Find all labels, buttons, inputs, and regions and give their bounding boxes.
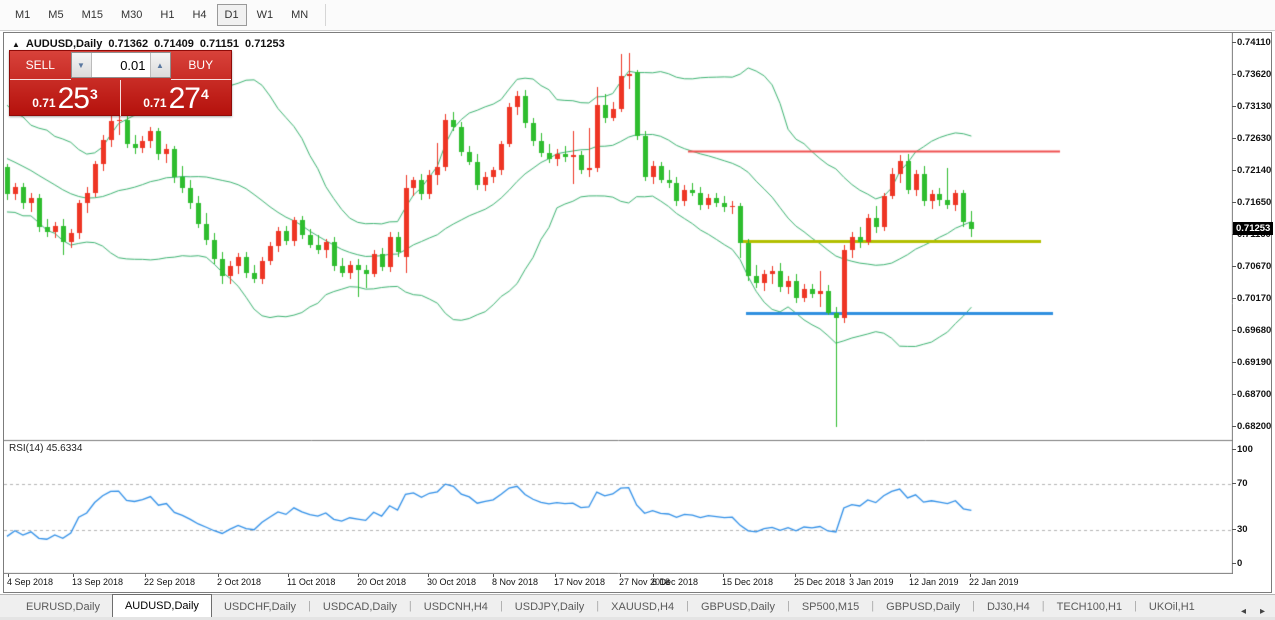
ohlc-low: 0.71151: [200, 38, 239, 50]
date-axis: 4 Sep 2018 13 Sep 2018 22 Sep 2018 2 Oct 20…: [4, 574, 1233, 592]
toolbar-divider: [325, 4, 326, 26]
tab-sp500-m15[interactable]: SP500,M15: [790, 596, 871, 617]
date-tick-label: 3 Jan 2019: [849, 577, 894, 587]
tab-usdjpy-daily[interactable]: USDJPY,Daily: [503, 596, 597, 617]
timeframe-button-h4[interactable]: H4: [184, 4, 214, 26]
rsi-tick-label: 70: [1237, 478, 1248, 489]
price-tick-label: 0.70670: [1237, 261, 1271, 272]
rsi-tick-label: 30: [1237, 524, 1248, 535]
timeframe-button-mn[interactable]: MN: [283, 4, 316, 26]
timeframe-button-m15[interactable]: M15: [74, 4, 111, 26]
price-tick-label: 0.72140: [1237, 165, 1271, 176]
chart-symbol-label: AUDUSD,Daily: [26, 38, 102, 50]
price-tick-label: 0.69680: [1237, 325, 1271, 336]
date-tick-label: 13 Sep 2018: [72, 577, 123, 587]
price-tick-label: 0.73130: [1237, 101, 1271, 112]
price-tick-label: 0.74110: [1237, 37, 1271, 48]
price-tick-label: 0.71650: [1237, 197, 1271, 208]
tab-gbpusd-daily[interactable]: GBPUSD,Daily: [689, 596, 787, 617]
up-arrow-icon: ▲: [12, 40, 20, 49]
volume-increase-icon[interactable]: ▲: [150, 53, 170, 77]
date-tick-label: 17 Nov 2018: [554, 577, 605, 587]
date-tick-label: 12 Jan 2019: [909, 577, 959, 587]
rsi-indicator-label: RSI(14) 45.6334: [9, 443, 82, 454]
date-tick-label: 8 Nov 2018: [492, 577, 538, 587]
rsi-tick-label: 100: [1237, 444, 1253, 455]
date-tick-label: 20 Oct 2018: [357, 577, 406, 587]
sell-price-panel[interactable]: 0.71 25 3: [10, 80, 121, 116]
sell-price-prefix: 0.71: [32, 96, 55, 110]
tab-dj30-h4[interactable]: DJ30,H4: [975, 596, 1042, 617]
tab-scroll-controls: ◂ ▸: [1241, 606, 1275, 617]
buy-button[interactable]: BUY: [171, 51, 232, 80]
price-tick-label: 0.68200: [1237, 421, 1271, 432]
chart-header: ▲ AUDUSD,Daily 0.71362 0.71409 0.71151 0…: [12, 38, 285, 50]
ohlc-high: 0.71409: [154, 38, 194, 50]
date-tick-label: 4 Sep 2018: [7, 577, 53, 587]
date-tick-label: 11 Oct 2018: [287, 577, 335, 587]
timeframe-button-m30[interactable]: M30: [113, 4, 150, 26]
ohlc-open: 0.71362: [108, 38, 148, 50]
buy-price-panel[interactable]: 0.71 27 4: [121, 80, 231, 116]
date-tick-label: 2 Oct 2018: [217, 577, 261, 587]
tab-audusd-daily[interactable]: AUDUSD,Daily: [112, 594, 212, 617]
timeframe-button-w1[interactable]: W1: [249, 4, 282, 26]
rsi-tick-label: 0: [1237, 558, 1242, 569]
tab-scroll-right-icon[interactable]: ▸: [1260, 606, 1265, 617]
timeframe-button-h1[interactable]: H1: [152, 4, 182, 26]
date-tick-label: 6 Dec 2018: [652, 577, 698, 587]
symbol-tabbar: EURUSD,DailyAUDUSD,DailyUSDCHF,Daily|USD…: [0, 594, 1275, 617]
sell-price-pips: 25: [58, 84, 89, 114]
price-tick-label: 0.70170: [1237, 293, 1271, 304]
ohlc-close: 0.71253: [245, 38, 285, 50]
tab-xauusd-h4[interactable]: XAUUSD,H4: [599, 596, 686, 617]
sell-price-point: 3: [90, 86, 98, 102]
volume-stepper: ▼ 0.01 ▲: [71, 52, 171, 78]
tab-usdcnh-h4[interactable]: USDCNH,H4: [412, 596, 500, 617]
tab-gbpusd-daily[interactable]: GBPUSD,Daily: [874, 596, 972, 617]
sell-button[interactable]: SELL: [10, 51, 71, 80]
date-tick-label: 30 Oct 2018: [427, 577, 476, 587]
tab-usdcad-daily[interactable]: USDCAD,Daily: [311, 596, 409, 617]
date-tick-label: 15 Dec 2018: [722, 577, 773, 587]
current-price-badge: 0.71253: [1233, 222, 1273, 235]
price-tick-label: 0.72630: [1237, 133, 1271, 144]
date-tick-label: 25 Dec 2018: [794, 577, 845, 587]
date-tick-label: 22 Sep 2018: [144, 577, 195, 587]
timeframe-button-m5[interactable]: M5: [40, 4, 71, 26]
price-tick-label: 0.69190: [1237, 357, 1271, 368]
trading-platform: M1M5M15M30H1H4D1W1MN ▲ AUDUSD,Daily 0.71…: [0, 0, 1275, 620]
tab-usdchf-daily[interactable]: USDCHF,Daily: [212, 596, 308, 617]
one-click-trading-widget: SELL ▼ 0.01 ▲ BUY 0.71 25 3 0.71 27 4: [9, 50, 232, 116]
buy-price-prefix: 0.71: [143, 96, 166, 110]
timeframe-button-m1[interactable]: M1: [7, 4, 38, 26]
buy-price-pips: 27: [169, 84, 200, 114]
tab-ukoil-h1[interactable]: UKOil,H1: [1137, 596, 1207, 617]
price-tick-label: 0.68700: [1237, 389, 1271, 400]
volume-decrease-icon[interactable]: ▼: [72, 53, 92, 77]
price-tick-label: 0.73620: [1237, 69, 1271, 80]
chart-window: ▲ AUDUSD,Daily 0.71362 0.71409 0.71151 0…: [3, 32, 1272, 593]
timeframe-button-d1[interactable]: D1: [217, 4, 247, 26]
timeframe-toolbar: M1M5M15M30H1H4D1W1MN: [0, 0, 1275, 31]
buy-price-point: 4: [201, 86, 209, 102]
date-tick-label: 22 Jan 2019: [969, 577, 1019, 587]
tab-tech100-h1[interactable]: TECH100,H1: [1045, 596, 1134, 617]
tab-scroll-left-icon[interactable]: ◂: [1241, 606, 1246, 617]
volume-input[interactable]: 0.01: [92, 53, 150, 77]
tab-eurusd-daily[interactable]: EURUSD,Daily: [14, 596, 112, 617]
